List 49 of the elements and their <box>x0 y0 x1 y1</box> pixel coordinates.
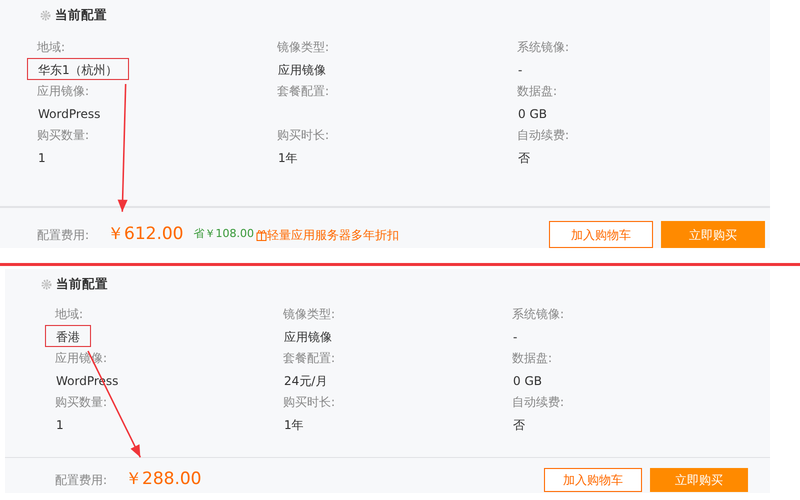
promo-link[interactable]: 轻量应用服务器多年折扣 <box>256 226 399 244</box>
field-label: 镜像类型: <box>283 306 336 323</box>
field-value: - <box>517 62 524 79</box>
field-label: 套餐配置: <box>283 350 336 367</box>
field-value: - <box>512 329 518 346</box>
field-value: 应用镜像 <box>277 62 327 79</box>
field-label: 系统镜像: <box>517 39 570 56</box>
add-to-cart-button[interactable]: 加入购物车 <box>549 221 653 248</box>
field-label: 数据盘: <box>512 350 552 367</box>
field-value: 否 <box>517 150 531 167</box>
field-value: 24元/月 <box>283 373 328 390</box>
field-label: 应用镜像: <box>55 350 108 367</box>
field-label: 系统镜像: <box>512 306 564 323</box>
section-title: 当前配置 <box>56 274 108 293</box>
gift-icon <box>256 228 267 240</box>
saving-text: 省￥108.00 <box>193 226 254 242</box>
field-label: 地域: <box>55 306 84 323</box>
price-amount: ￥612.00 <box>107 222 184 246</box>
field-label: 自动续费: <box>517 127 570 144</box>
buy-now-button[interactable]: 立即购买 <box>650 468 748 492</box>
field-label: 镜像类型: <box>277 39 330 56</box>
field-value: 应用镜像 <box>283 329 333 346</box>
field-value: 华东1（杭州） <box>27 58 129 80</box>
price-amount: ￥288.00 <box>125 468 202 492</box>
field-value: 0 GB <box>512 373 543 390</box>
section-title: 当前配置 <box>55 6 107 24</box>
field-label: 地域: <box>37 39 66 56</box>
field-value: 1 <box>55 417 65 434</box>
price-label: 配置费用: <box>37 226 90 244</box>
gear-icon <box>40 10 51 20</box>
field-value: WordPress <box>37 106 102 123</box>
price-label: 配置费用: <box>55 472 108 489</box>
field-value: 1 <box>37 150 47 167</box>
buy-now-button[interactable]: 立即购买 <box>661 221 765 248</box>
add-to-cart-button[interactable]: 加入购物车 <box>544 468 642 492</box>
field-value: 香港 <box>45 325 91 347</box>
field-value: 1年 <box>283 417 305 434</box>
field-label: 购买数量: <box>55 394 108 411</box>
field-value: 否 <box>512 417 526 434</box>
field-value: 1年 <box>277 150 299 167</box>
field-label: 应用镜像: <box>37 83 90 100</box>
gear-icon <box>41 278 52 290</box>
field-label: 购买时长: <box>283 394 336 411</box>
field-label: 购买数量: <box>37 127 90 144</box>
field-label: 购买时长: <box>277 127 330 144</box>
field-label: 自动续费: <box>512 394 564 411</box>
field-value: 0 GB <box>517 106 548 123</box>
field-label: 数据盘: <box>517 83 558 100</box>
field-label: 套餐配置: <box>277 83 330 100</box>
